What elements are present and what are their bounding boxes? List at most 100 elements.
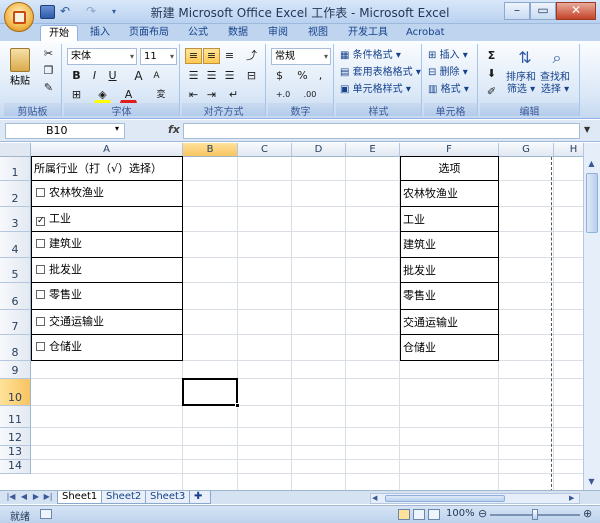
insert-function-button[interactable]: fx bbox=[168, 123, 180, 136]
last-sheet-icon[interactable]: ▶| bbox=[43, 492, 53, 501]
paste-button[interactable]: 粘贴 bbox=[10, 74, 30, 91]
align-right-icon[interactable]: ☰ bbox=[221, 68, 238, 84]
option-cell[interactable]: 仓储业 bbox=[400, 334, 499, 361]
format-cells-button[interactable]: ▥ 格式 ▾ bbox=[428, 82, 469, 99]
checkbox-cell[interactable]: ✓ 工业 bbox=[31, 206, 183, 232]
option-cell[interactable]: 批发业 bbox=[400, 257, 499, 283]
row-header-7[interactable]: 7 bbox=[0, 310, 31, 335]
row-header-3[interactable]: 3 bbox=[0, 207, 31, 232]
row-header-10[interactable]: 10 bbox=[0, 379, 31, 406]
row-header-9[interactable]: 9 bbox=[0, 361, 31, 379]
worksheet-grid[interactable]: A B C D E F G H 1 2 3 4 5 6 7 8 9 10 11 12 13 14 所属行业（打（√）选择）农… bbox=[0, 143, 583, 490]
fill-handle[interactable] bbox=[235, 403, 240, 408]
cut-icon[interactable]: ✂ bbox=[40, 46, 57, 62]
currency-icon[interactable]: $ bbox=[271, 68, 288, 84]
increase-indent-icon[interactable]: ⇥ bbox=[203, 87, 220, 103]
italic-button[interactable]: I bbox=[86, 68, 103, 84]
column-header-g[interactable]: G bbox=[499, 143, 554, 157]
tab-view[interactable]: 视图 bbox=[300, 25, 336, 41]
option-cell[interactable]: 工业 bbox=[400, 206, 499, 232]
font-name-select[interactable]: 宋体 ▾ bbox=[67, 48, 137, 65]
row-header-8[interactable]: 8 bbox=[0, 335, 31, 361]
redo-icon[interactable]: ↷ bbox=[86, 5, 101, 19]
option-cell[interactable]: 农林牧渔业 bbox=[400, 180, 499, 207]
formula-input[interactable] bbox=[183, 123, 580, 139]
column-header-f[interactable]: F bbox=[400, 143, 499, 157]
undo-icon[interactable]: ↶ bbox=[60, 5, 75, 19]
checkbox[interactable] bbox=[36, 317, 45, 326]
checkbox-cell[interactable]: 批发业 bbox=[31, 257, 183, 283]
tab-insert[interactable]: 插入 bbox=[82, 25, 118, 41]
expand-formula-bar-icon[interactable]: ▼ bbox=[584, 125, 590, 134]
select-all-corner[interactable] bbox=[0, 143, 31, 157]
insert-sheet-icon[interactable]: ✚ bbox=[189, 491, 211, 504]
percent-button[interactable]: % bbox=[294, 68, 311, 84]
scroll-up-icon[interactable]: ▲ bbox=[584, 157, 599, 171]
merge-center-icon[interactable]: ⊟ bbox=[243, 68, 260, 84]
option-cell[interactable]: 建筑业 bbox=[400, 231, 499, 258]
checkbox-cell[interactable]: 建筑业 bbox=[31, 231, 183, 258]
column-header-a[interactable]: A bbox=[31, 143, 183, 157]
format-painter-icon[interactable]: ✎ bbox=[40, 80, 57, 96]
checkbox[interactable] bbox=[36, 342, 45, 351]
horizontal-scrollbar[interactable]: ◀ ▶ bbox=[370, 493, 580, 504]
zoom-slider-knob[interactable] bbox=[532, 509, 538, 520]
scroll-down-icon[interactable]: ▼ bbox=[584, 475, 599, 489]
next-sheet-icon[interactable]: ▶ bbox=[31, 492, 41, 501]
find-select-icon[interactable]: ⌕ bbox=[546, 48, 568, 70]
prev-sheet-icon[interactable]: ◀ bbox=[19, 492, 29, 501]
checkbox-cell[interactable]: 零售业 bbox=[31, 282, 183, 310]
option-cell[interactable]: 零售业 bbox=[400, 282, 499, 310]
active-cell[interactable] bbox=[182, 378, 238, 406]
zoom-level[interactable]: 100% bbox=[446, 508, 475, 519]
cell-styles-button[interactable]: ▣ 单元格样式 ▾ bbox=[340, 82, 411, 99]
align-left-icon[interactable]: ☰ bbox=[185, 68, 202, 84]
checkbox[interactable]: ✓ bbox=[36, 217, 45, 226]
zoom-out-icon[interactable]: ⊖ bbox=[478, 507, 487, 520]
shrink-font-button[interactable]: A bbox=[148, 68, 165, 84]
zoom-in-icon[interactable]: ⊕ bbox=[583, 507, 592, 520]
tab-page-layout[interactable]: 页面布局 bbox=[121, 25, 177, 41]
normal-view-icon[interactable] bbox=[398, 509, 410, 520]
macro-record-icon[interactable] bbox=[40, 509, 52, 519]
row-header-1[interactable]: 1 bbox=[0, 157, 31, 181]
maximize-button[interactable]: ▭ bbox=[530, 2, 556, 20]
tab-home[interactable]: 开始 bbox=[40, 25, 78, 41]
align-middle-icon[interactable]: ≡ bbox=[203, 48, 220, 64]
fill-color-icon[interactable]: ◈ bbox=[94, 87, 111, 103]
minimize-button[interactable]: – bbox=[504, 2, 530, 20]
save-icon[interactable] bbox=[40, 5, 55, 19]
row-header-6[interactable]: 6 bbox=[0, 283, 31, 310]
underline-button[interactable]: U bbox=[104, 68, 121, 84]
sort-filter-icon[interactable]: ⇅ bbox=[514, 48, 536, 70]
borders-icon[interactable]: ⊞ bbox=[68, 87, 85, 103]
orientation-icon[interactable]: ⤴ bbox=[243, 48, 260, 64]
checkbox-cell[interactable]: 交通运输业 bbox=[31, 309, 183, 335]
checkbox[interactable] bbox=[36, 188, 45, 197]
horizontal-scroll-thumb[interactable] bbox=[385, 495, 505, 502]
find-select-button[interactable]: 查找和 选择 ▾ bbox=[540, 72, 570, 95]
row-header-2[interactable]: 2 bbox=[0, 181, 31, 207]
page-layout-view-icon[interactable] bbox=[413, 509, 425, 520]
phonetic-icon[interactable]: 変 bbox=[150, 87, 172, 103]
tab-review[interactable]: 审阅 bbox=[260, 25, 296, 41]
checkbox[interactable] bbox=[36, 239, 45, 248]
vertical-scrollbar[interactable]: ▲ ▼ bbox=[583, 143, 600, 490]
format-as-table-button[interactable]: ▤ 套用表格格式 ▾ bbox=[340, 65, 421, 82]
increase-decimal-button[interactable]: +.0 bbox=[271, 87, 295, 103]
sheet-tab-1[interactable]: Sheet1 bbox=[57, 491, 103, 504]
decrease-indent-icon[interactable]: ⇤ bbox=[185, 87, 202, 103]
sheet-tab-3[interactable]: Sheet3 bbox=[145, 491, 191, 504]
font-color-icon[interactable]: A bbox=[120, 87, 137, 103]
font-size-select[interactable]: 11 ▾ bbox=[140, 48, 177, 65]
customize-qat-icon[interactable]: ▾ bbox=[112, 5, 127, 19]
align-center-icon[interactable]: ☰ bbox=[203, 68, 220, 84]
option-cell[interactable]: 交通运输业 bbox=[400, 309, 499, 335]
column-header-h[interactable]: H bbox=[554, 143, 583, 157]
autosum-button[interactable]: Σ bbox=[483, 48, 500, 64]
name-box-dropdown-icon[interactable]: ▾ bbox=[115, 124, 119, 133]
column-header-c[interactable]: C bbox=[238, 143, 292, 157]
align-bottom-icon[interactable]: ≡ bbox=[221, 48, 238, 64]
tab-formulas[interactable]: 公式 bbox=[180, 25, 216, 41]
row-header-4[interactable]: 4 bbox=[0, 232, 31, 258]
